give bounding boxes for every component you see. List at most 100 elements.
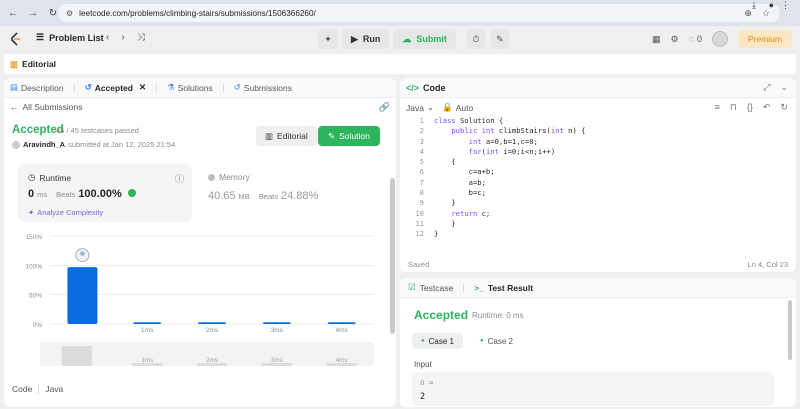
problem-list-button[interactable]: ☰ Problem List bbox=[36, 32, 104, 43]
all-submissions-link[interactable]: ← All Submissions bbox=[10, 102, 83, 112]
runtime-card[interactable]: ◷ Runtime ⓘ 0 ms Beats 100.00% ✦ Analyze… bbox=[18, 164, 192, 222]
pass-dot-icon: ● bbox=[479, 338, 484, 344]
editorial-button-label: Editorial bbox=[277, 131, 308, 141]
line-number: 7 bbox=[419, 177, 424, 187]
back-arrow-icon[interactable]: ← bbox=[6, 6, 20, 20]
undo-icon[interactable]: ↶ bbox=[763, 102, 771, 113]
streak-button[interactable]: ◌ 0 bbox=[689, 34, 702, 44]
tab-label: Test Result bbox=[487, 282, 534, 293]
code-line[interactable]: 6 c=a+b; bbox=[400, 167, 796, 177]
tab-divider bbox=[156, 82, 158, 93]
language-select[interactable]: Java ⌄ bbox=[406, 102, 434, 113]
tab-submissions[interactable]: ↺ Submissions bbox=[234, 82, 292, 93]
code-line[interactable]: 9 } bbox=[400, 198, 796, 208]
forward-arrow-icon[interactable]: → bbox=[26, 6, 40, 20]
code-line[interactable]: 8 b=c; bbox=[400, 188, 796, 198]
runtime-distribution-chart[interactable]: 0% 50% 100% 150% 1ms 2ms 3ms 4ms 1ms 2ms 3ms 4ms bbox=[4, 228, 396, 378]
code-brackets-icon: </> bbox=[406, 82, 420, 93]
run-button[interactable]: ▶ Run bbox=[342, 29, 390, 49]
input-box: n = 2 bbox=[412, 372, 774, 406]
layout-icon[interactable]: ▦ bbox=[652, 34, 661, 45]
chart-bar bbox=[327, 322, 356, 324]
case-tab-1[interactable]: ● Case 1 bbox=[412, 333, 463, 349]
tab-description[interactable]: ▤ Description bbox=[10, 82, 64, 93]
sparkle-icon: ✦ bbox=[28, 208, 35, 217]
analyze-complexity-link[interactable]: ✦ Analyze Complexity bbox=[28, 208, 103, 217]
share-link-icon[interactable]: 🔗 bbox=[379, 102, 390, 113]
notes-icon[interactable]: ✎ bbox=[489, 29, 510, 49]
run-label: Run bbox=[362, 34, 381, 44]
line-number: 10 bbox=[415, 208, 424, 218]
premium-button[interactable]: Premium bbox=[737, 30, 792, 48]
line-number: 9 bbox=[419, 198, 424, 208]
profile-icon[interactable]: ● bbox=[769, 0, 774, 10]
next-problem-icon[interactable]: › bbox=[121, 32, 124, 43]
edit-icon: ✎ bbox=[328, 130, 336, 141]
editorial-strip[interactable]: ▥ Editorial bbox=[4, 54, 796, 74]
reset-icon[interactable]: ↻ bbox=[780, 102, 788, 113]
code-line[interactable]: 5 { bbox=[400, 157, 796, 167]
test-runtime: Runtime: 0 ms bbox=[472, 311, 524, 320]
zoom-icon[interactable]: ⊕ bbox=[744, 8, 752, 19]
code-line[interactable]: 4 for(int i=0;i<n;i++) bbox=[400, 147, 796, 157]
history-icon: ↺ bbox=[233, 82, 241, 92]
mode-value: Auto bbox=[455, 102, 474, 113]
bookmark-icon[interactable]: ⊓ bbox=[730, 102, 737, 113]
code-text: int a=0,b=1,c=0; bbox=[468, 136, 538, 146]
submitted-time: submitted at Jan 12, 2025 21:54 bbox=[68, 140, 176, 149]
shuffle-icon[interactable]: ⤨ bbox=[137, 32, 145, 43]
code-line[interactable]: 10 return c; bbox=[400, 209, 796, 219]
code-line[interactable]: 3 int a=0,b=1,c=0; bbox=[400, 137, 796, 147]
code-line[interactable]: 7 a=b; bbox=[400, 178, 796, 188]
editorial-button[interactable]: ▥ Editorial bbox=[256, 126, 317, 146]
submit-button[interactable]: ☁ Submit bbox=[393, 29, 456, 49]
expand-icon[interactable]: ⤢ bbox=[763, 82, 770, 93]
menu-dots-icon[interactable]: ⋮ bbox=[781, 0, 790, 11]
play-icon: ▶ bbox=[351, 33, 358, 44]
solution-button[interactable]: ✎ Solution bbox=[318, 126, 380, 146]
code-divider bbox=[38, 384, 40, 394]
code-header: </> Code bbox=[400, 78, 796, 98]
case-tab-2[interactable]: ● Case 2 bbox=[471, 333, 522, 349]
code-line[interactable]: 1 class Solution { bbox=[400, 116, 796, 126]
author-name[interactable]: Aravindh_A bbox=[23, 140, 65, 149]
format-icon[interactable]: ≡ bbox=[715, 102, 720, 113]
user-avatar[interactable] bbox=[711, 31, 728, 47]
info-icon[interactable]: ⓘ bbox=[175, 172, 184, 185]
auto-mode-toggle[interactable]: 🔒 Auto bbox=[442, 102, 473, 113]
left-scrollbar[interactable] bbox=[390, 178, 395, 334]
runtime-unit: ms bbox=[37, 190, 48, 199]
input-variable-value: 2 bbox=[420, 392, 426, 402]
tab-accepted[interactable]: ↺ Accepted ✕ bbox=[85, 82, 147, 93]
code-line[interactable]: 2 public int climbStairs(int n) { bbox=[400, 126, 796, 136]
close-tab-icon[interactable]: ✕ bbox=[139, 82, 146, 93]
memory-card[interactable]: Memory 40.65 MB Beats 24.88% bbox=[208, 172, 318, 202]
y-tick-label: 0% bbox=[33, 322, 43, 329]
tab-test-result[interactable]: >_ Test Result bbox=[474, 283, 533, 293]
tab-testcase[interactable]: ☑ Testcase bbox=[408, 282, 453, 293]
minimize-icon[interactable]: ⌄ bbox=[780, 82, 788, 93]
leaf-badge-icon bbox=[127, 189, 136, 197]
settings-gear-icon[interactable]: ⚙ bbox=[671, 34, 679, 45]
right-scrollbar[interactable] bbox=[788, 300, 792, 360]
braces-icon[interactable]: {} bbox=[747, 102, 753, 113]
case-label: Case 1 bbox=[428, 336, 454, 346]
leetcode-logo-icon[interactable] bbox=[9, 32, 21, 46]
download-icon[interactable]: ⤓ bbox=[752, 0, 756, 11]
fire-icon: ◌ bbox=[688, 34, 694, 44]
code-line[interactable]: 12} bbox=[400, 229, 796, 239]
tab-solutions[interactable]: ⚗ Solutions bbox=[167, 82, 213, 93]
address-bar[interactable]: ⚙ leetcode.com/problems/climbing-stairs/… bbox=[58, 4, 780, 22]
prev-problem-icon[interactable]: ‹ bbox=[106, 32, 109, 43]
memory-unit: MB bbox=[238, 192, 250, 201]
timer-icon[interactable]: ⏱ bbox=[465, 29, 486, 49]
site-info-icon[interactable]: ⚙ bbox=[66, 9, 73, 18]
language-value: Java bbox=[406, 102, 424, 113]
code-editor[interactable]: 1 class Solution {2 public int climbStair… bbox=[400, 116, 796, 240]
code-line[interactable]: 11 } bbox=[400, 219, 796, 229]
memory-label: Memory bbox=[219, 172, 250, 182]
line-number: 4 bbox=[419, 146, 424, 156]
case-label: Case 2 bbox=[487, 336, 513, 346]
debug-icon[interactable]: ✦ bbox=[318, 29, 338, 49]
author-avatar[interactable] bbox=[12, 140, 20, 149]
